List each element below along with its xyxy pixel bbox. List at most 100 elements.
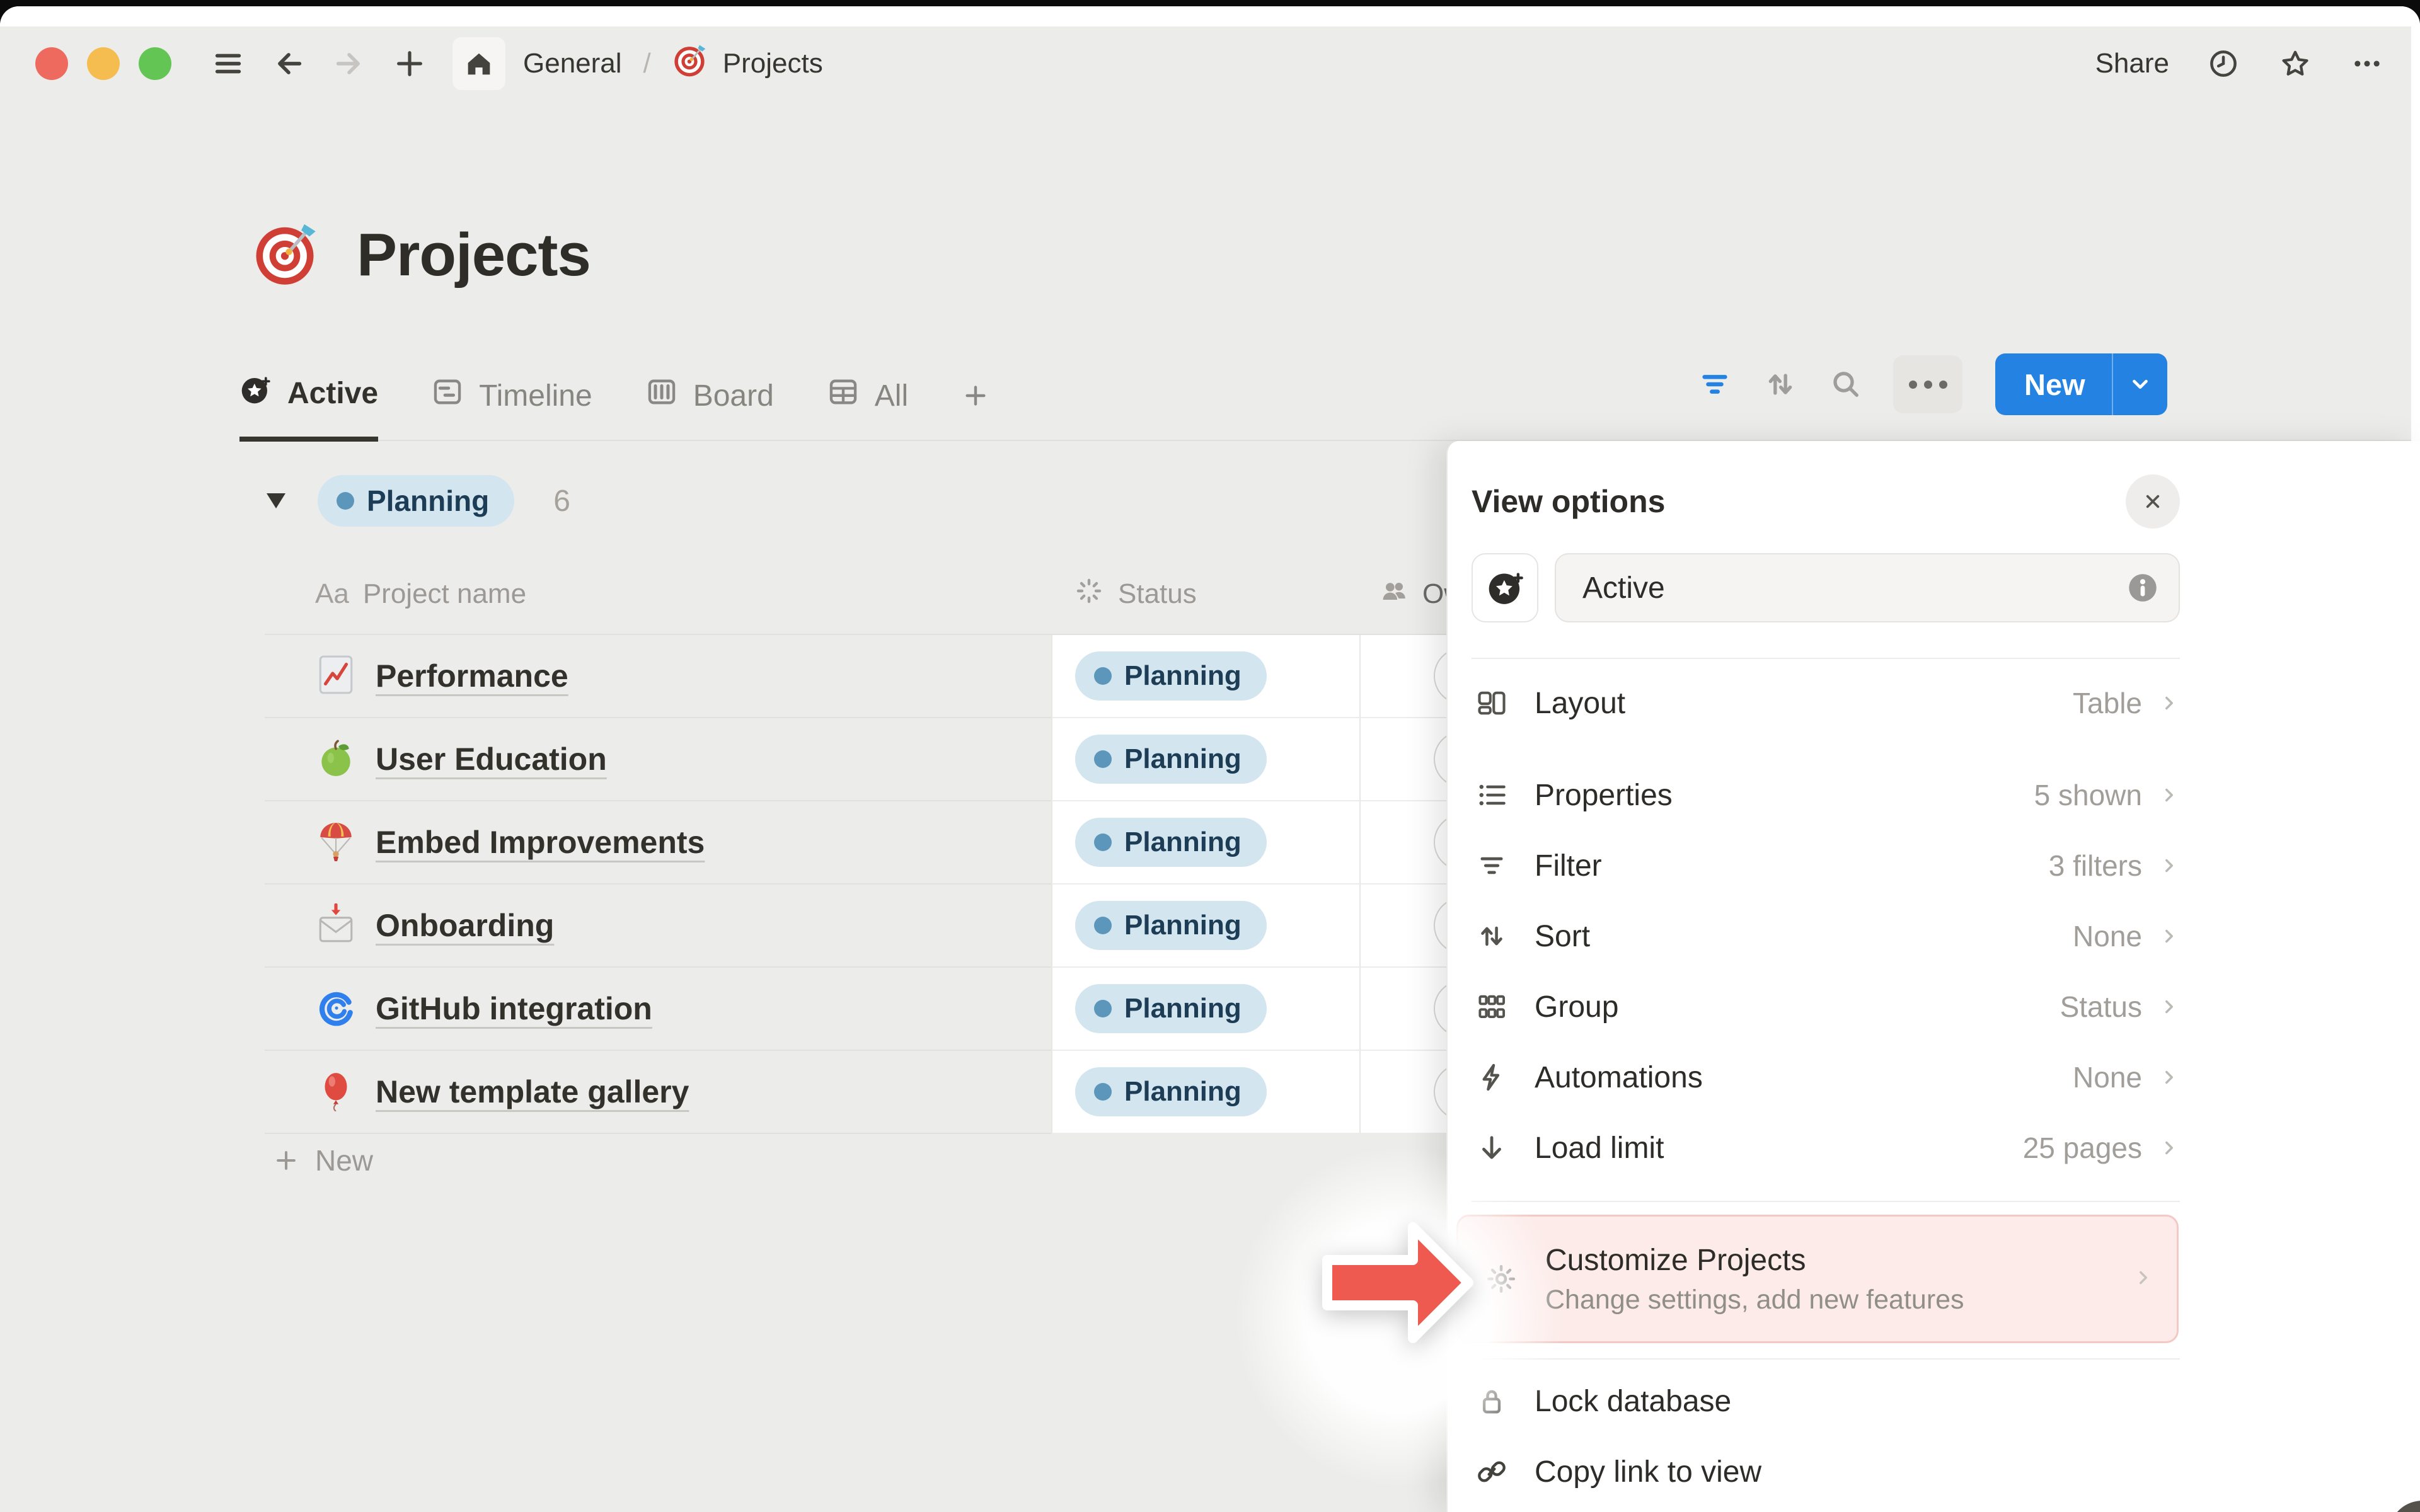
chevron-right-icon [2158,996,2180,1017]
project-name[interactable]: GitHub integration [376,990,652,1027]
panel-title: View options [1472,483,1665,520]
group-status-pill[interactable]: Planning [318,475,514,527]
parachute-icon [315,820,357,865]
group-status-label: Planning [367,484,489,518]
close-icon [2140,489,2165,514]
breadcrumb: General / Projects [523,43,823,84]
panel-row-group[interactable]: Group Status [1472,971,2180,1042]
project-name-cell[interactable]: New template gallery [265,1051,1051,1134]
add-view-plus-icon[interactable] [961,350,990,442]
collapse-triangle-icon[interactable] [265,491,287,510]
tab-board-view[interactable]: Board [645,350,774,442]
breadcrumb-root[interactable]: General [523,48,622,79]
status-dot [337,492,354,510]
project-name-cell[interactable]: Embed Improvements [265,801,1051,885]
status-label: Planning [1124,743,1242,775]
group-grid-icon [1472,990,1512,1023]
sort-arrows-icon[interactable] [1762,366,1799,403]
search-icon[interactable] [1828,366,1864,403]
status-cell[interactable]: Planning [1051,801,1361,885]
star-icon[interactable] [2278,46,2313,81]
close-window-button[interactable] [35,47,68,80]
tab-active-view[interactable]: Active [239,350,378,442]
project-name[interactable]: Embed Improvements [376,824,705,861]
status-cell[interactable]: Planning [1051,718,1361,801]
project-name-cell[interactable]: GitHub integration [265,968,1051,1051]
status-label: Planning [1124,993,1242,1024]
status-cell[interactable]: Planning [1051,968,1361,1051]
clock-icon[interactable] [2206,46,2241,81]
tab-timeline-view[interactable]: Timeline [431,350,592,442]
forward-arrow-icon[interactable] [331,46,367,81]
more-ellipsis-icon[interactable] [2349,46,2385,81]
lightning-icon [1472,1061,1512,1094]
plus-icon [272,1147,300,1174]
status-cell[interactable]: Planning [1051,635,1361,718]
panel-row-layout[interactable]: Layout Table [1472,668,2180,738]
filter-funnel-icon[interactable] [1697,366,1733,403]
panel-row-sort[interactable]: Sort None [1472,901,2180,971]
project-name[interactable]: Onboarding [376,907,554,944]
status-label: Planning [1124,910,1242,941]
tab-all-view[interactable]: All [827,350,908,442]
panel-row-load-limit[interactable]: Load limit 25 pages [1472,1113,2180,1183]
add-new-row-label: New [315,1143,373,1177]
panel-divider [1472,1358,2180,1360]
zoom-window-button[interactable] [139,47,171,80]
customize-subtitle: Change settings, add new features [1545,1281,1964,1318]
column-header-project-name[interactable]: Aa Project name [265,554,1051,634]
new-button-chevron-down-icon[interactable] [2113,372,2167,396]
page-icon-target-dart[interactable] [252,221,318,290]
status-cell[interactable]: Planning [1051,885,1361,968]
chevron-right-icon [2158,784,2180,806]
panel-row-value: 3 filters [2049,849,2142,883]
project-name[interactable]: New template gallery [376,1074,689,1110]
new-button[interactable]: New [1995,353,2167,415]
info-icon[interactable] [2124,570,2161,606]
group-count: 6 [553,484,570,518]
project-name-cell[interactable]: Onboarding [265,885,1051,968]
title-property-icon: Aa [315,578,349,610]
panel-row-value: None [2073,1060,2142,1094]
back-arrow-icon[interactable] [271,46,306,81]
close-panel-button[interactable] [2126,474,2180,529]
customize-projects-row[interactable]: Customize Projects Change settings, add … [1456,1215,2179,1343]
minimize-window-button[interactable] [87,47,120,80]
chevron-right-icon [2133,1267,2154,1292]
menu-icon[interactable] [210,46,246,81]
column-header-status[interactable]: Status [1051,554,1361,634]
traffic-lights [35,47,171,80]
status-label: Planning [1124,1076,1242,1108]
page-title: Projects [357,220,591,290]
home-icon[interactable] [452,37,505,90]
chevron-right-icon [2158,855,2180,876]
view-name-input[interactable]: Active [1555,553,2180,622]
breadcrumb-page[interactable]: Projects [723,48,823,79]
panel-row-automations[interactable]: Automations None [1472,1042,2180,1113]
panel-row-label: Layout [1535,686,1625,721]
project-name[interactable]: Performance [376,658,568,694]
properties-list-icon [1472,779,1512,811]
status-cell[interactable]: Planning [1051,1051,1361,1134]
panel-divider [1472,658,2180,659]
view-star-badge-button[interactable] [1472,553,1538,622]
annotation-red-arrow [1318,1217,1476,1349]
project-name-cell[interactable]: Performance [265,635,1051,718]
screen: General / Projects Share Projects [0,0,2420,1512]
view-options-more-button[interactable] [1893,355,1962,413]
sort-arrows-icon [1472,920,1512,953]
project-name[interactable]: User Education [376,741,607,777]
panel-row-lock-database[interactable]: Lock database [1472,1366,2180,1436]
chevron-right-icon [2158,925,2180,947]
panel-row-value: 5 shown [2034,778,2142,812]
panel-row-properties[interactable]: Properties 5 shown [1472,760,2180,830]
starred-view-badge-icon [239,373,272,413]
incoming-envelope-icon [315,903,357,948]
panel-row-filter[interactable]: Filter 3 filters [1472,830,2180,901]
new-tab-plus-icon[interactable] [392,46,427,81]
share-button[interactable]: Share [2095,48,2169,79]
status-label: Planning [1124,660,1242,692]
titlebar-actions: Share [2095,46,2385,81]
panel-row-copy-link[interactable]: Copy link to view [1472,1436,2180,1507]
project-name-cell[interactable]: User Education [265,718,1051,801]
